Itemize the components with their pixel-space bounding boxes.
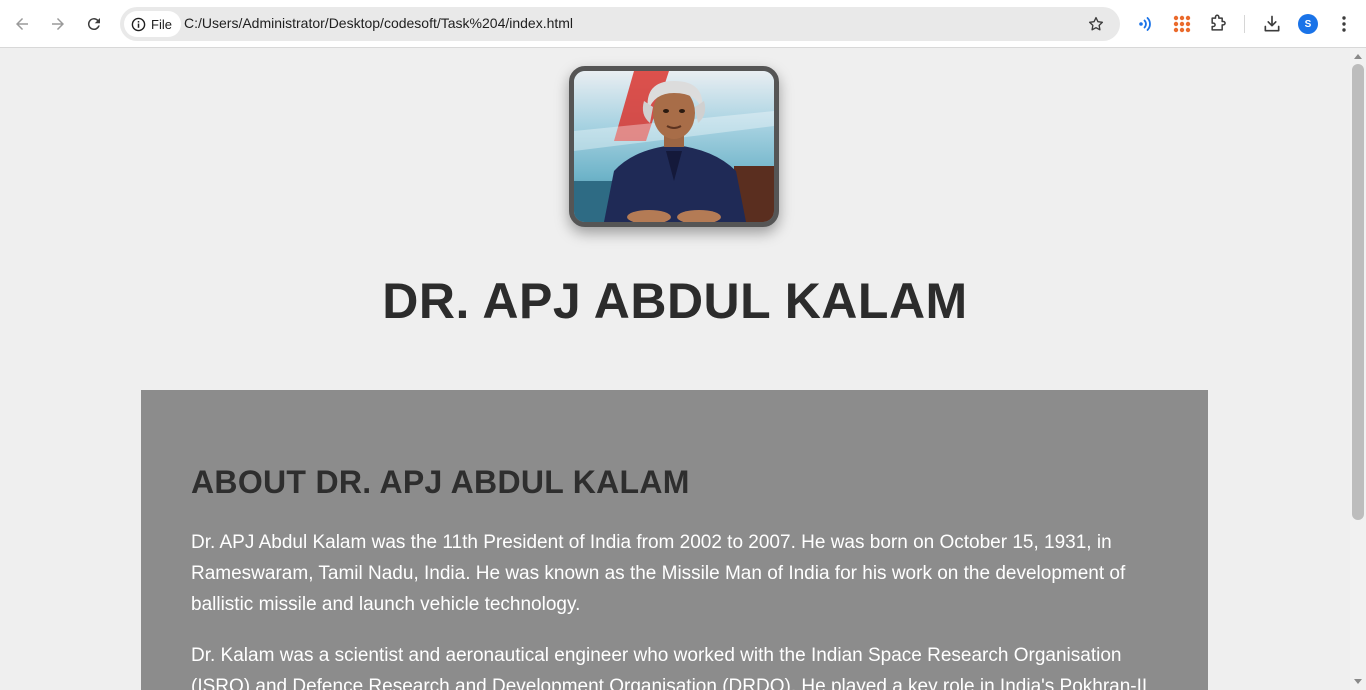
extensions-puzzle-icon	[1211, 14, 1226, 31]
scroll-down-arrow-icon[interactable]	[1354, 679, 1362, 684]
downloads-button[interactable]	[1260, 12, 1284, 36]
info-icon	[131, 17, 146, 31]
back-button[interactable]	[8, 10, 36, 38]
audio-extension-button[interactable]	[1134, 12, 1158, 36]
star-icon	[1088, 16, 1104, 31]
menu-kebab-icon	[1342, 16, 1346, 32]
about-heading: ABOUT DR. APJ ABDUL KALAM	[191, 464, 690, 500]
about-section: ABOUT DR. APJ ABDUL KALAM Dr. APJ Abdul …	[141, 390, 1208, 690]
portrait-illustration	[574, 71, 774, 222]
page-viewport: DR. APJ ABDUL KALAM ABOUT DR. APJ ABDUL …	[0, 48, 1350, 690]
back-icon	[16, 18, 28, 30]
url-text[interactable]: C:/Users/Administrator/Desktop/codesoft/…	[184, 15, 573, 31]
address-bar[interactable]: File C:/Users/Administrator/Desktop/code…	[120, 7, 1120, 41]
extensions-button[interactable]	[1206, 12, 1230, 36]
toolbar-separator	[1244, 15, 1245, 33]
bookmark-star-button[interactable]	[1084, 13, 1108, 35]
reload-button[interactable]	[80, 10, 108, 38]
apps-extension-icon	[1173, 15, 1191, 33]
portrait-image	[569, 66, 779, 227]
browser-toolbar: File C:/Users/Administrator/Desktop/code…	[0, 0, 1366, 48]
forward-icon	[52, 18, 64, 30]
page-title: DR. APJ ABDUL KALAM	[382, 273, 968, 329]
forward-button[interactable]	[44, 10, 72, 38]
reload-icon	[87, 18, 100, 31]
scroll-up-arrow-icon[interactable]	[1354, 54, 1362, 59]
download-icon	[1264, 15, 1280, 32]
browser-menu-button[interactable]	[1332, 12, 1356, 36]
about-paragraph: Dr. Kalam was a scientist and aeronautic…	[191, 645, 1148, 690]
vertical-scrollbar[interactable]	[1350, 48, 1366, 690]
scrollbar-thumb[interactable]	[1352, 64, 1364, 520]
profile-avatar[interactable]: S	[1298, 14, 1318, 34]
site-info-chip[interactable]: File	[124, 11, 181, 37]
audio-extension-icon	[1139, 17, 1151, 31]
site-chip-label: File	[151, 16, 172, 32]
about-paragraph: Dr. APJ Abdul Kalam was the 11th Preside…	[191, 532, 1126, 615]
apps-extension-button[interactable]	[1170, 12, 1194, 36]
